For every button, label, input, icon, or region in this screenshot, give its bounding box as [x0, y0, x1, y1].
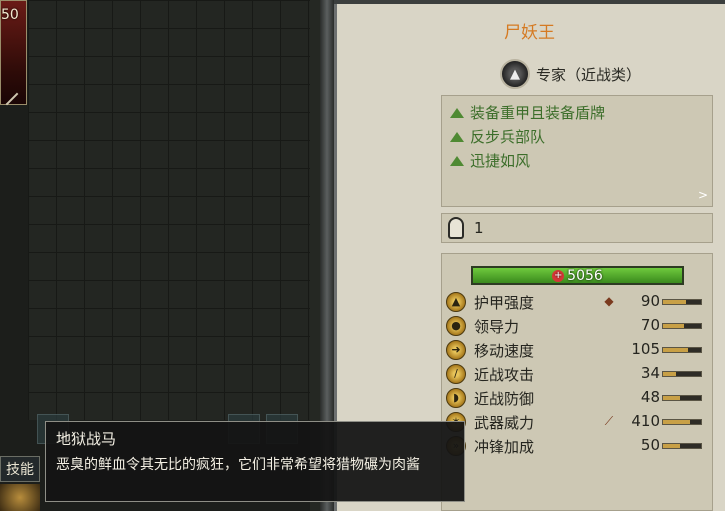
tab-skills[interactable]: 技能: [0, 456, 40, 482]
unit-class-icon: ▲: [500, 59, 530, 89]
unit-card[interactable]: 50: [0, 0, 27, 106]
tooltip: 地狱战马 恶臭的鲜血令其无比的疯狂，它们非常希望将猎物碾为肉酱: [45, 421, 465, 502]
sword-icon: /: [446, 364, 466, 384]
triangle-up-icon: [450, 155, 464, 166]
tooltip-title: 地狱战马: [56, 430, 117, 448]
stat-row-weapon-strength[interactable]: ✶ 武器威力 ⟋ 410: [446, 411, 708, 433]
unit-count: 1: [474, 219, 484, 237]
leadership-icon: ●: [446, 316, 466, 336]
health-plus-icon: +: [552, 269, 565, 282]
trait-item[interactable]: 反步兵部队: [450, 126, 545, 147]
unit-count-row: 1: [441, 213, 713, 243]
stat-row-leadership[interactable]: ● 领导力 70: [446, 315, 708, 337]
trait-item[interactable]: 装备重甲且装备盾牌: [450, 102, 605, 123]
unit-grid[interactable]: [28, 0, 310, 420]
trait-item[interactable]: 迅捷如风: [450, 150, 530, 171]
skill-icon[interactable]: [0, 484, 40, 511]
unit-class-row: ▲ 专家（近战类）: [500, 59, 641, 89]
unit-class-label: 专家（近战类）: [536, 65, 642, 84]
stat-row-melee-defence[interactable]: ◗ 近战防御 48: [446, 387, 708, 409]
health-value: 5056: [567, 267, 603, 284]
unit-rank-badge: 50: [1, 7, 19, 23]
triangle-up-icon: [450, 107, 464, 118]
stat-row-charge-bonus[interactable]: » 冲锋加成 50: [446, 435, 708, 457]
speed-icon: ➜: [446, 340, 466, 360]
shield-icon: ◗: [446, 388, 466, 408]
sword-icon: [5, 92, 19, 106]
health-bar: + 5056: [471, 266, 684, 285]
stat-row-armour[interactable]: ▲ 护甲强度 ◆ 90: [446, 291, 708, 313]
shield-icon: ◆: [604, 294, 614, 308]
traits-more-arrow[interactable]: >: [698, 188, 708, 202]
traits-box: 装备重甲且装备盾牌 反步兵部队 迅捷如风 >: [441, 95, 713, 207]
stat-row-melee-attack[interactable]: / 近战攻击 34: [446, 363, 708, 385]
tooltip-body: 恶臭的鲜血令其无比的疯狂，它们非常希望将猎物碾为肉酱: [56, 457, 420, 473]
unit-name: 尸妖王: [504, 23, 555, 43]
blade-icon: ⟋: [604, 414, 614, 428]
stat-row-speed[interactable]: ➜ 移动速度 105: [446, 339, 708, 361]
soldier-icon: [448, 217, 464, 239]
armour-icon: ▲: [446, 292, 466, 312]
triangle-up-icon: [450, 131, 464, 142]
